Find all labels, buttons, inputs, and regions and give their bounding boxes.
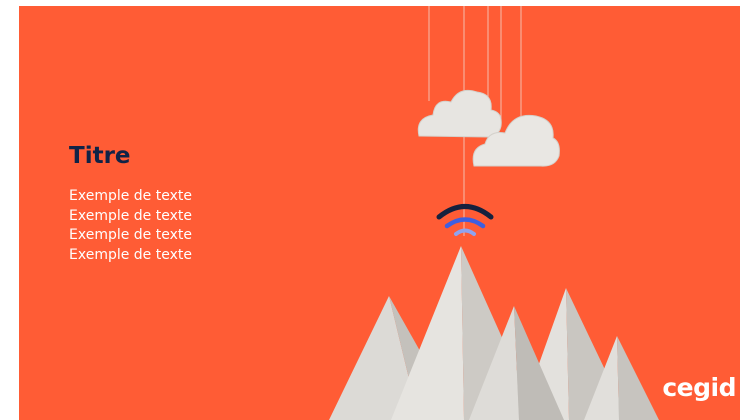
- mountain-icon: [329, 246, 659, 420]
- wifi-signal-icon: [436, 204, 494, 236]
- slide: Titre Exemple de texte Exemple de texte …: [19, 6, 740, 420]
- cegid-logo: cegid: [662, 373, 736, 402]
- cloud-icon: [417, 89, 502, 138]
- illustration: [329, 6, 659, 420]
